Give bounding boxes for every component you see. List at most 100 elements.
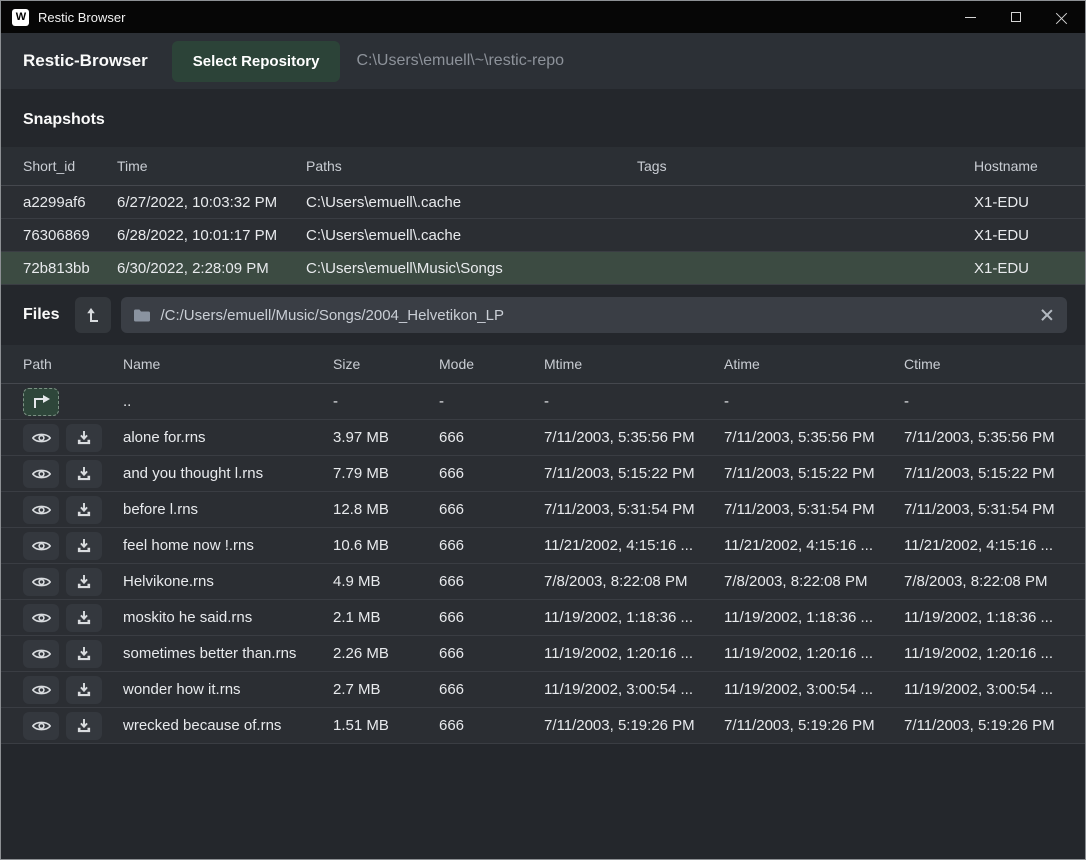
file-mode: 666	[439, 681, 544, 698]
file-ctime: 11/19/2002, 1:18:36 ...	[904, 609, 1063, 626]
snapshot-paths: C:\Users\emuell\.cache	[306, 227, 637, 244]
download-file-button[interactable]	[66, 568, 102, 596]
file-atime: 7/8/2003, 8:22:08 PM	[724, 573, 904, 590]
preview-file-button[interactable]	[23, 676, 59, 704]
eye-icon	[32, 431, 51, 445]
snapshot-row[interactable]: a2299af6 6/27/2022, 10:03:32 PM C:\Users…	[1, 186, 1085, 219]
file-row[interactable]: feel home now !.rns 10.6 MB 666 11/21/20…	[1, 528, 1085, 564]
snapshot-paths: C:\Users\emuell\Music\Songs	[306, 260, 637, 277]
file-name: feel home now !.rns	[123, 537, 333, 554]
file-mode: 666	[439, 501, 544, 518]
titlebar[interactable]: W Restic Browser	[1, 1, 1085, 33]
snapshot-time: 6/30/2022, 2:28:09 PM	[117, 260, 306, 277]
file-size: 4.9 MB	[333, 573, 439, 590]
download-icon	[77, 503, 91, 517]
close-icon	[1056, 11, 1068, 23]
file-size: 1.51 MB	[333, 717, 439, 734]
return-arrow-icon	[31, 394, 51, 409]
file-row[interactable]: Helvikone.rns 4.9 MB 666 7/8/2003, 8:22:…	[1, 564, 1085, 600]
file-atime: 11/19/2002, 3:00:54 ...	[724, 681, 904, 698]
snapshot-hostname: X1-EDU	[974, 194, 1063, 211]
parent-directory-row[interactable]: .. - - - - -	[1, 384, 1085, 420]
toolbar: Restic-Browser Select Repository C:\User…	[1, 33, 1085, 89]
file-ctime: 11/19/2002, 3:00:54 ...	[904, 681, 1063, 698]
preview-file-button[interactable]	[23, 460, 59, 488]
file-atime: 7/11/2003, 5:35:56 PM	[724, 429, 904, 446]
download-file-button[interactable]	[66, 532, 102, 560]
window-controls	[947, 1, 1085, 33]
file-row[interactable]: wonder how it.rns 2.7 MB 666 11/19/2002,…	[1, 672, 1085, 708]
folder-icon	[134, 309, 150, 322]
file-ctime: 7/11/2003, 5:19:26 PM	[904, 717, 1063, 734]
eye-icon	[32, 503, 51, 517]
snapshot-short-id: a2299af6	[23, 194, 117, 211]
app-name: Restic-Browser	[23, 51, 148, 71]
file-size: 12.8 MB	[333, 501, 439, 518]
file-name: Helvikone.rns	[123, 573, 333, 590]
file-name: and you thought l.rns	[123, 465, 333, 482]
preview-file-button[interactable]	[23, 604, 59, 632]
download-icon	[77, 431, 91, 445]
file-mode: 666	[439, 609, 544, 626]
file-ctime: 7/11/2003, 5:15:22 PM	[904, 465, 1063, 482]
file-mtime: 11/19/2002, 1:18:36 ...	[544, 609, 724, 626]
download-file-button[interactable]	[66, 712, 102, 740]
eye-icon	[32, 539, 51, 553]
preview-file-button[interactable]	[23, 568, 59, 596]
col-mtime: Mtime	[544, 356, 724, 372]
maximize-button[interactable]	[993, 1, 1039, 33]
files-path-input[interactable]: /C:/Users/emuell/Music/Songs/2004_Helvet…	[121, 297, 1067, 333]
download-icon	[77, 467, 91, 481]
app-window: W Restic Browser Restic-Browser Select R…	[0, 0, 1086, 860]
snapshot-row[interactable]: 76306869 6/28/2022, 10:01:17 PM C:\Users…	[1, 219, 1085, 252]
eye-icon	[32, 467, 51, 481]
preview-file-button[interactable]	[23, 532, 59, 560]
file-row[interactable]: wrecked because of.rns 1.51 MB 666 7/11/…	[1, 708, 1085, 744]
eye-icon	[32, 647, 51, 661]
file-atime: 7/11/2003, 5:19:26 PM	[724, 717, 904, 734]
window-title: Restic Browser	[38, 10, 125, 25]
file-ctime: 7/11/2003, 5:31:54 PM	[904, 501, 1063, 518]
col-size: Size	[333, 356, 439, 372]
preview-file-button[interactable]	[23, 712, 59, 740]
file-row[interactable]: sometimes better than.rns 2.26 MB 666 11…	[1, 636, 1085, 672]
col-tags: Tags	[637, 158, 974, 174]
file-mtime: 7/11/2003, 5:31:54 PM	[544, 501, 724, 518]
file-mtime: -	[544, 393, 724, 410]
select-repository-button[interactable]: Select Repository	[172, 41, 341, 82]
snapshot-time: 6/28/2022, 10:01:17 PM	[117, 227, 306, 244]
download-file-button[interactable]	[66, 604, 102, 632]
download-icon	[77, 719, 91, 733]
snapshot-time: 6/27/2022, 10:03:32 PM	[117, 194, 306, 211]
download-file-button[interactable]	[66, 424, 102, 452]
preview-file-button[interactable]	[23, 640, 59, 668]
file-name: moskito he said.rns	[123, 609, 333, 626]
col-path: Path	[23, 356, 123, 372]
go-parent-button[interactable]	[23, 388, 59, 416]
file-row[interactable]: and you thought l.rns 7.79 MB 666 7/11/2…	[1, 456, 1085, 492]
files-table-header: Path Name Size Mode Mtime Atime Ctime	[1, 345, 1085, 384]
clear-path-button[interactable]	[1040, 308, 1054, 322]
close-button[interactable]	[1039, 1, 1085, 33]
file-row[interactable]: before l.rns 12.8 MB 666 7/11/2003, 5:31…	[1, 492, 1085, 528]
file-atime: -	[724, 393, 904, 410]
download-file-button[interactable]	[66, 496, 102, 524]
up-level-button[interactable]	[75, 297, 111, 333]
file-mtime: 7/11/2003, 5:19:26 PM	[544, 717, 724, 734]
files-path-value: /C:/Users/emuell/Music/Songs/2004_Helvet…	[160, 307, 1040, 324]
minimize-button[interactable]	[947, 1, 993, 33]
download-file-button[interactable]	[66, 676, 102, 704]
file-mtime: 7/11/2003, 5:35:56 PM	[544, 429, 724, 446]
download-file-button[interactable]	[66, 460, 102, 488]
file-size: 10.6 MB	[333, 537, 439, 554]
preview-file-button[interactable]	[23, 424, 59, 452]
snapshots-title: Snapshots	[1, 89, 1085, 147]
file-row[interactable]: alone for.rns 3.97 MB 666 7/11/2003, 5:3…	[1, 420, 1085, 456]
snapshot-hostname: X1-EDU	[974, 260, 1063, 277]
preview-file-button[interactable]	[23, 496, 59, 524]
snapshot-row-selected[interactable]: 72b813bb 6/30/2022, 2:28:09 PM C:\Users\…	[1, 252, 1085, 285]
file-row[interactable]: moskito he said.rns 2.1 MB 666 11/19/200…	[1, 600, 1085, 636]
file-ctime: 11/19/2002, 1:20:16 ...	[904, 645, 1063, 662]
file-size: 2.7 MB	[333, 681, 439, 698]
download-file-button[interactable]	[66, 640, 102, 668]
